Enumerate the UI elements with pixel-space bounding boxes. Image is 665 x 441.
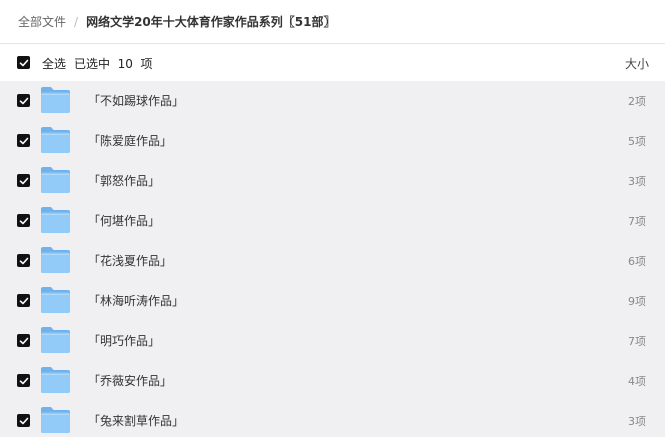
breadcrumb-root-link[interactable]: 全部文件 xyxy=(18,13,66,30)
file-row[interactable]: 「明巧作品」 7项 xyxy=(0,321,665,361)
file-row[interactable]: 「兔来割草作品」 3项 xyxy=(0,401,665,441)
folder-icon[interactable] xyxy=(40,166,71,194)
file-name[interactable]: 「乔薇安作品」 xyxy=(88,372,172,389)
file-name[interactable]: 「陈爱庭作品」 xyxy=(88,132,172,149)
file-name[interactable]: 「何堪作品」 xyxy=(88,212,160,229)
row-checkbox[interactable] xyxy=(17,134,30,147)
file-name[interactable]: 「不如踢球作品」 xyxy=(88,92,184,109)
row-checkbox[interactable] xyxy=(17,414,30,427)
file-item-count: 3项 xyxy=(628,175,646,188)
folder-icon[interactable] xyxy=(40,126,71,154)
checkmark-icon xyxy=(19,59,28,66)
file-name[interactable]: 「兔来割草作品」 xyxy=(88,412,184,429)
file-item-count: 3项 xyxy=(628,415,646,428)
file-row[interactable]: 「林海听涛作品」 9项 xyxy=(0,281,665,321)
row-checkbox[interactable] xyxy=(17,374,30,387)
folder-icon[interactable] xyxy=(40,406,71,434)
list-header: 全选 已选中 10 项 大小 xyxy=(0,44,665,81)
file-item-count: 5项 xyxy=(628,135,646,148)
file-name[interactable]: 「明巧作品」 xyxy=(88,332,160,349)
file-list: 「不如踢球作品」 2项 「陈爱庭作品」 5项 「郭怒作品」 3项 「何堪作品」 7项 「花浅夏作… xyxy=(0,81,665,437)
folder-icon[interactable] xyxy=(40,206,71,234)
file-item-count: 6项 xyxy=(628,255,646,268)
breadcrumb: 全部文件 / 网络文学20年十大体育作家作品系列〖51部〗 xyxy=(0,0,665,44)
file-item-count: 2项 xyxy=(628,95,646,108)
breadcrumb-current-folder: 网络文学20年十大体育作家作品系列〖51部〗 xyxy=(86,15,336,29)
row-checkbox[interactable] xyxy=(17,254,30,267)
file-row[interactable]: 「陈爱庭作品」 5项 xyxy=(0,121,665,161)
size-column-header[interactable]: 大小 xyxy=(625,55,649,72)
file-name[interactable]: 「花浅夏作品」 xyxy=(88,252,172,269)
file-item-count: 4项 xyxy=(628,375,646,388)
file-row[interactable]: 「不如踢球作品」 2项 xyxy=(0,81,665,121)
file-item-count: 9项 xyxy=(628,295,646,308)
folder-icon[interactable] xyxy=(40,326,71,354)
row-checkbox[interactable] xyxy=(17,174,30,187)
row-checkbox[interactable] xyxy=(17,294,30,307)
row-checkbox[interactable] xyxy=(17,334,30,347)
folder-icon[interactable] xyxy=(40,366,71,394)
row-checkbox[interactable] xyxy=(17,94,30,107)
folder-icon[interactable] xyxy=(40,86,71,114)
file-name[interactable]: 「林海听涛作品」 xyxy=(88,292,184,309)
file-item-count: 7项 xyxy=(628,215,646,228)
folder-icon[interactable] xyxy=(40,246,71,274)
file-row[interactable]: 「乔薇安作品」 4项 xyxy=(0,361,665,401)
select-all-checkbox[interactable] xyxy=(17,56,30,69)
selected-count-text: 已选中 10 项 xyxy=(74,57,153,71)
file-row[interactable]: 「何堪作品」 7项 xyxy=(0,201,665,241)
file-name[interactable]: 「郭怒作品」 xyxy=(88,172,160,189)
file-row[interactable]: 「花浅夏作品」 6项 xyxy=(0,241,665,281)
file-row[interactable]: 「郭怒作品」 3项 xyxy=(0,161,665,201)
breadcrumb-separator: / xyxy=(74,14,79,29)
file-item-count: 7项 xyxy=(628,335,646,348)
folder-icon[interactable] xyxy=(40,286,71,314)
select-all-label[interactable]: 全选 xyxy=(42,55,66,72)
row-checkbox[interactable] xyxy=(17,214,30,227)
